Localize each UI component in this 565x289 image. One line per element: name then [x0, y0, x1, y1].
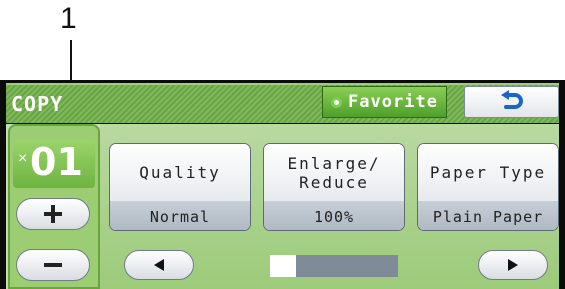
scroll-indicator-thumb [270, 255, 296, 277]
back-button[interactable] [464, 86, 559, 118]
left-triangle-icon [154, 259, 164, 271]
quality-label: Quality [110, 144, 250, 201]
minus-icon [44, 263, 62, 267]
enlarge-reduce-button[interactable]: Enlarge/ Reduce 100% [263, 143, 405, 231]
copies-prefix: × [18, 150, 28, 167]
favorite-label: Favorite [348, 92, 438, 112]
enlarge-reduce-label: Enlarge/ Reduce [264, 144, 404, 201]
previous-page-button[interactable] [124, 250, 194, 280]
quality-value: Normal [110, 201, 250, 230]
next-page-button[interactable] [478, 250, 548, 280]
callout-number: 1 [60, 2, 77, 35]
paper-type-button[interactable]: Paper Type Plain Paper [417, 143, 559, 231]
favorite-button[interactable]: Favorite [322, 86, 447, 118]
increase-copies-button[interactable] [16, 198, 90, 230]
favorite-dot-icon [331, 96, 343, 108]
enlarge-reduce-value: 100% [264, 201, 404, 230]
quality-button[interactable]: Quality Normal [109, 143, 251, 231]
decrease-copies-button[interactable] [16, 249, 90, 281]
back-arrow-icon [500, 90, 523, 109]
right-triangle-icon [508, 259, 518, 271]
page-title: COPY [11, 92, 64, 116]
copies-count: 01 [30, 140, 83, 184]
paper-type-value: Plain Paper [418, 201, 558, 230]
paper-type-label: Paper Type [418, 144, 558, 201]
plus-icon [44, 205, 62, 223]
